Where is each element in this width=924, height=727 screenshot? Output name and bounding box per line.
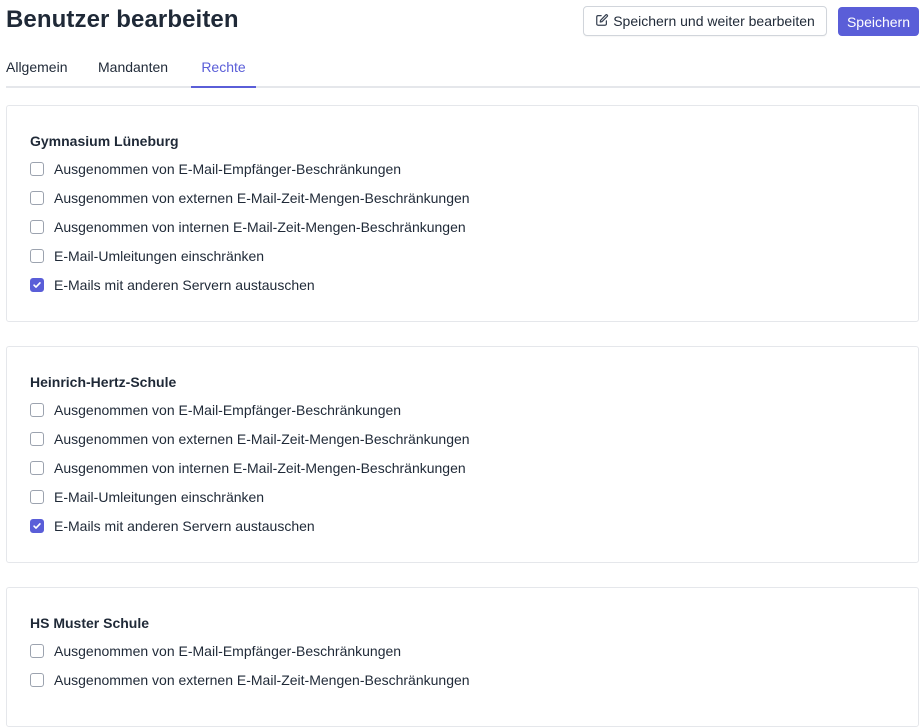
tab-rechte[interactable]: Rechte	[191, 48, 256, 88]
permission-option-label: E-Mails mit anderen Servern austauschen	[54, 277, 315, 293]
permission-option-label: Ausgenommen von E-Mail-Empfänger-Beschrä…	[54, 402, 402, 418]
edit-icon	[595, 13, 609, 30]
group-title: Gymnasium Lüneburg	[30, 133, 179, 149]
checkbox[interactable]	[30, 461, 44, 475]
checkbox[interactable]	[30, 403, 44, 417]
checkbox[interactable]	[30, 191, 44, 205]
permission-option-label: Ausgenommen von internen E-Mail-Zeit-Men…	[54, 219, 466, 235]
permission-option[interactable]: Ausgenommen von E-Mail-Empfänger-Beschrä…	[30, 642, 401, 660]
checkbox[interactable]	[30, 490, 44, 504]
permission-group-card: Heinrich-Hertz-Schule Ausgenommen von E-M…	[6, 346, 919, 563]
permission-option[interactable]: Ausgenommen von internen E-Mail-Zeit-Men…	[30, 459, 466, 477]
permission-option-label: Ausgenommen von internen E-Mail-Zeit-Men…	[54, 460, 466, 476]
permission-group-card: Gymnasium Lüneburg Ausgenommen von E-Mail…	[6, 105, 919, 322]
checkbox[interactable]	[30, 249, 44, 263]
page-header: Benutzer bearbeiten Speichern und weiter…	[6, 0, 920, 44]
permission-option[interactable]: E-Mail-Umleitungen einschränken	[30, 488, 264, 506]
page-title: Benutzer bearbeiten	[6, 6, 239, 33]
permission-option[interactable]: Ausgenommen von externen E-Mail-Zeit-Men…	[30, 189, 470, 207]
checkbox[interactable]	[30, 162, 44, 176]
permission-option[interactable]: Ausgenommen von internen E-Mail-Zeit-Men…	[30, 218, 466, 236]
checkbox[interactable]	[30, 673, 44, 687]
permission-group-card: HS Muster Schule Ausgenommen von E-Mail-E…	[6, 587, 919, 727]
permission-option-label: E-Mail-Umleitungen einschränken	[54, 248, 265, 264]
permission-option-label: E-Mail-Umleitungen einschränken	[54, 489, 265, 505]
checkbox-checked[interactable]	[30, 278, 44, 292]
permission-option-label: E-Mails mit anderen Servern austauschen	[54, 518, 315, 534]
save-and-continue-button[interactable]: Speichern und weiter bearbeiten	[583, 6, 827, 36]
permission-option-label: Ausgenommen von externen E-Mail-Zeit-Men…	[54, 190, 470, 206]
tab-allgemein[interactable]: Allgemein	[6, 48, 72, 86]
permission-option-label: Ausgenommen von externen E-Mail-Zeit-Men…	[54, 672, 470, 688]
group-title: HS Muster Schule	[30, 615, 150, 631]
permission-option-label: Ausgenommen von externen E-Mail-Zeit-Men…	[54, 431, 470, 447]
checkbox[interactable]	[30, 220, 44, 234]
checkmark-icon	[32, 280, 42, 290]
group-title: Heinrich-Hertz-Schule	[30, 374, 177, 390]
checkbox[interactable]	[30, 432, 44, 446]
permission-option[interactable]: Ausgenommen von externen E-Mail-Zeit-Men…	[30, 430, 470, 448]
tab-bar: Allgemein Mandanten Rechte	[6, 48, 920, 88]
permission-option[interactable]: Ausgenommen von E-Mail-Empfänger-Beschrä…	[30, 401, 401, 419]
permission-option[interactable]: E-Mail-Umleitungen einschränken	[30, 247, 264, 265]
save-button[interactable]: Speichern	[838, 7, 919, 36]
permission-option[interactable]: Ausgenommen von externen E-Mail-Zeit-Men…	[30, 671, 470, 689]
checkbox-checked[interactable]	[30, 519, 44, 533]
checkbox[interactable]	[30, 644, 44, 658]
checkmark-icon	[32, 521, 42, 531]
permission-option-label: Ausgenommen von E-Mail-Empfänger-Beschrä…	[54, 161, 402, 177]
permission-option[interactable]: E-Mails mit anderen Servern austauschen	[30, 517, 315, 535]
permission-option[interactable]: Ausgenommen von E-Mail-Empfänger-Beschrä…	[30, 160, 401, 178]
permission-option[interactable]: E-Mails mit anderen Servern austauschen	[30, 276, 315, 294]
permission-option-label: Ausgenommen von E-Mail-Empfänger-Beschrä…	[54, 643, 402, 659]
tab-mandanten[interactable]: Mandanten	[98, 48, 178, 86]
save-and-continue-label: Speichern und weiter bearbeiten	[613, 13, 815, 29]
